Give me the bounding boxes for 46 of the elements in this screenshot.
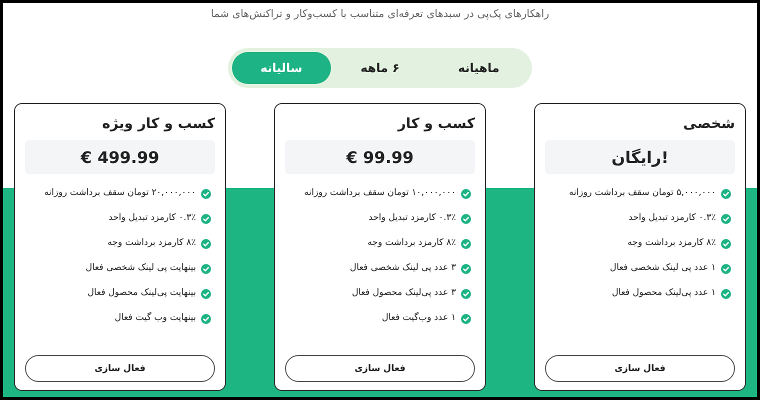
activate-button[interactable]: فعال سازی bbox=[285, 355, 475, 382]
feature-text: بینهایت پی لینک شخصی فعال bbox=[86, 262, 196, 275]
check-icon bbox=[201, 238, 211, 248]
plan-price: رایگان! bbox=[545, 140, 735, 174]
check-icon bbox=[461, 188, 471, 198]
check-icon bbox=[721, 288, 731, 298]
check-icon bbox=[721, 264, 731, 274]
plan-price: € 99.99 bbox=[285, 140, 475, 174]
check-icon bbox=[721, 214, 731, 224]
check-icon bbox=[461, 264, 471, 274]
feature-text: ۰.۳٪ کارمزد تبدیل واحد bbox=[368, 212, 456, 225]
check-icon bbox=[461, 238, 471, 248]
check-icon bbox=[201, 264, 211, 274]
check-icon bbox=[721, 238, 731, 248]
activate-button[interactable]: فعال سازی bbox=[25, 355, 215, 382]
feature-text: ۱ عدد وب‌گیت فعال bbox=[382, 311, 456, 325]
feature-text: ۸٪ کارمزد برداشت وجه bbox=[107, 237, 196, 250]
subtitle: راهکارهای پک‌پی در سبدهای تعرفه‌ای متناسب با کسب‌وکار و تراکنش‌های شما bbox=[210, 8, 550, 22]
activate-button[interactable]: فعال سازی bbox=[545, 355, 735, 382]
check-icon bbox=[461, 214, 471, 224]
feature-text: ۰.۳٪ کارمزد تبدیل واحد bbox=[628, 212, 716, 225]
feature-text: بینهایت پی‌لینک محصول فعال bbox=[87, 287, 196, 300]
plan-price: € 499.99 bbox=[25, 140, 215, 174]
feature-text: ۱ عدد پی لینک شخصی فعال bbox=[610, 262, 716, 275]
check-icon bbox=[461, 314, 471, 324]
feature-text: ۵,۰۰۰,۰۰۰ تومان سقف برداشت روزانه bbox=[569, 187, 716, 200]
feature-text: ۳ عدد پی لینک شخصی فعال bbox=[350, 262, 456, 275]
check-icon bbox=[201, 214, 211, 224]
feature-text: ۸٪ کارمزد برداشت وجه bbox=[627, 237, 716, 250]
period-tab[interactable]: ماهیانه bbox=[429, 52, 528, 84]
feature-text: ۲۰,۰۰۰,۰۰۰ تومان سقف برداشت روزانه bbox=[44, 187, 196, 200]
check-icon bbox=[201, 188, 211, 198]
check-icon bbox=[721, 188, 731, 198]
plan-title: شخصی bbox=[682, 116, 735, 132]
plan-title: کسب و کار ویژه bbox=[101, 116, 215, 132]
feature-text: ۱ عدد پی‌لینک محصول فعال bbox=[612, 287, 716, 300]
feature-text: ۳ عدد پی‌لینک محصول فعال bbox=[352, 287, 456, 300]
check-icon bbox=[201, 314, 211, 324]
period-tab[interactable]: ۶ ماهه bbox=[330, 52, 430, 84]
feature-text: بینهایت وب گیت فعال bbox=[114, 311, 196, 325]
check-icon bbox=[201, 288, 211, 298]
feature-text: ۸٪ کارمزد برداشت وجه bbox=[367, 237, 456, 250]
feature-text: ۱۰,۰۰۰,۰۰۰ تومان سقف برداشت روزانه bbox=[304, 187, 456, 200]
feature-text: ۰.۳٪ کارمزد تبدیل واحد bbox=[108, 212, 196, 225]
plan-title: کسب و کار bbox=[396, 116, 475, 132]
check-icon bbox=[461, 288, 471, 298]
